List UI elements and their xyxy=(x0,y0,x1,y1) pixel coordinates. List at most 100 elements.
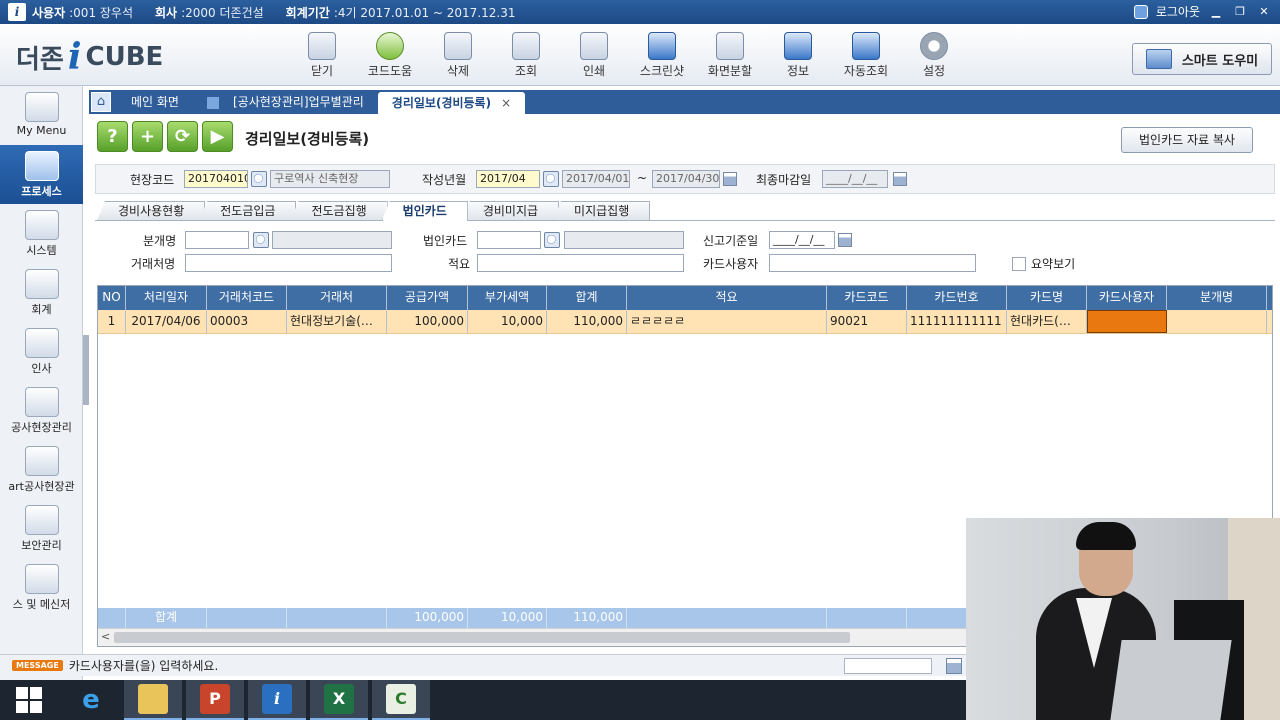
cell-total[interactable]: 110,000 xyxy=(547,310,627,333)
app-logo-icon: i xyxy=(8,3,26,21)
logout-link[interactable]: 로그아웃 xyxy=(1156,3,1200,20)
nav-site-management[interactable]: 공사현장관리 xyxy=(0,381,83,440)
refresh-button[interactable]: ⟳ xyxy=(167,121,198,152)
tab-main[interactable]: 메인 화면 xyxy=(117,90,193,114)
col-header[interactable]: 합계 xyxy=(547,286,627,310)
cell-card-number[interactable]: 111111111111 xyxy=(907,310,1007,333)
report-date-input[interactable]: ____/__/__ xyxy=(769,231,835,249)
copy-card-data-button[interactable]: 법인카드 자료 복사 xyxy=(1121,127,1253,153)
auto-search-button[interactable]: 자동조회 xyxy=(832,28,900,79)
close-button[interactable]: 닫기 xyxy=(288,28,356,79)
delete-icon xyxy=(444,32,472,60)
cell-card-user[interactable] xyxy=(1087,310,1167,333)
smart-helper-button[interactable]: 스마트 도우미 xyxy=(1132,43,1272,75)
nav-security[interactable]: 보안관리 xyxy=(0,499,83,558)
taskbar-powerpoint[interactable]: P xyxy=(186,680,244,720)
home-icon[interactable]: ⌂ xyxy=(91,92,111,112)
memo-label: 적요 xyxy=(448,257,471,271)
col-header[interactable]: 공급가액 xyxy=(387,286,468,310)
nav-process[interactable]: 프로세스 xyxy=(0,145,83,204)
cell-date[interactable]: 2017/04/06 xyxy=(126,310,207,333)
scroll-left-icon[interactable]: < xyxy=(101,630,110,643)
print-button[interactable]: 인쇄 xyxy=(560,28,628,79)
screenshot-button[interactable]: 스크린샷 xyxy=(628,28,696,79)
tab-unpaid-execution[interactable]: 미지급집행 xyxy=(553,201,651,221)
nav-smart-site[interactable]: art공사현장관 xyxy=(0,440,83,499)
calendar-icon[interactable] xyxy=(838,233,852,247)
split-screen-button[interactable]: 화면분할 xyxy=(696,28,764,79)
search-button[interactable]: 조회 xyxy=(492,28,560,79)
table-row[interactable]: 1 2017/04/06 00003 현대정보기술(… 100,000 10,0… xyxy=(98,310,1272,334)
partner-input[interactable] xyxy=(185,254,392,272)
division-input[interactable] xyxy=(185,231,249,249)
col-header[interactable]: 처리일자 xyxy=(126,286,207,310)
taskbar-explorer[interactable] xyxy=(124,680,182,720)
person-icon xyxy=(24,328,59,358)
cell-memo[interactable]: ㄹㄹㄹㄹㄹ xyxy=(627,310,827,333)
minimize-button[interactable]: ▁ xyxy=(1208,5,1224,19)
col-header[interactable]: 적요 xyxy=(627,286,827,310)
sub-tabs: 경비사용현황 전도금입금 전도금집행 법인카드 경비미지급 미지급집행 xyxy=(97,201,651,221)
card-user-input[interactable] xyxy=(769,254,976,272)
add-button[interactable]: + xyxy=(132,121,163,152)
tab-unpaid-expense[interactable]: 경비미지급 xyxy=(461,201,560,221)
close-tab-icon[interactable]: × xyxy=(501,92,511,114)
cell-supply[interactable]: 100,000 xyxy=(387,310,468,333)
cell-card-code[interactable]: 90021 xyxy=(827,310,907,333)
tab-advance-execution[interactable]: 전도금집행 xyxy=(290,201,388,221)
close-window-button[interactable]: ✕ xyxy=(1256,5,1272,19)
nav-hr[interactable]: 인사 xyxy=(0,322,83,381)
site-search-icon[interactable] xyxy=(251,171,267,187)
restore-button[interactable]: ❐ xyxy=(1232,5,1248,19)
nav-messenger[interactable]: 스 및 메신저 xyxy=(0,558,83,617)
memo-input[interactable] xyxy=(477,254,684,272)
code-help-button[interactable]: 코드도움 xyxy=(356,28,424,79)
delete-button[interactable]: 삭제 xyxy=(424,28,492,79)
calendar-icon[interactable] xyxy=(893,172,907,186)
month-search-icon[interactable] xyxy=(543,171,559,187)
month-input[interactable]: 2017/04 xyxy=(476,170,540,188)
cell-partner-code[interactable]: 00003 xyxy=(207,310,287,333)
help-button[interactable]: ? xyxy=(97,121,128,152)
calendar-icon[interactable] xyxy=(946,658,962,674)
card-input[interactable] xyxy=(477,231,541,249)
taskbar-camtasia[interactable]: C xyxy=(372,680,430,720)
card-search-icon[interactable] xyxy=(544,232,560,248)
col-header[interactable]: 분개명 xyxy=(1167,286,1267,310)
run-button[interactable]: ▶ xyxy=(202,121,233,152)
cell-no[interactable]: 1 xyxy=(98,310,126,333)
col-header[interactable]: 카드사용자 xyxy=(1087,286,1167,310)
col-header[interactable]: 부가세액 xyxy=(468,286,547,310)
col-header[interactable]: 거래처코드 xyxy=(207,286,287,310)
start-button[interactable] xyxy=(0,680,58,720)
col-header[interactable]: 카드코드 xyxy=(827,286,907,310)
division-search-icon[interactable] xyxy=(253,232,269,248)
col-header[interactable]: 카드명 xyxy=(1007,286,1087,310)
tab-expense-register[interactable]: 경리일보(경비등록) × xyxy=(377,92,526,114)
col-header[interactable]: NO xyxy=(98,286,126,310)
calendar-icon[interactable] xyxy=(723,172,737,186)
tab-expense-status[interactable]: 경비사용현황 xyxy=(97,201,206,221)
taskbar-excel[interactable]: X xyxy=(310,680,368,720)
info-button[interactable]: 정보 xyxy=(764,28,832,79)
taskbar-icube[interactable]: i xyxy=(248,680,306,720)
tab-corporate-card[interactable]: 법인카드 xyxy=(381,201,468,221)
scroll-thumb[interactable] xyxy=(114,632,850,643)
settings-button[interactable]: 설정 xyxy=(900,28,968,79)
site-code-input[interactable]: 2017040101 xyxy=(184,170,248,188)
col-header[interactable]: 카드번호 xyxy=(907,286,1007,310)
brand-logo: 더존 i CUBE xyxy=(16,36,163,78)
logout-icon[interactable] xyxy=(1133,4,1148,19)
tab-project[interactable]: [공사현장관리]업무별관리 xyxy=(193,90,378,114)
taskbar-ie[interactable]: e xyxy=(62,680,120,720)
nav-accounting[interactable]: 회계 xyxy=(0,263,83,322)
col-header[interactable]: 거래처 xyxy=(287,286,387,310)
tab-advance-deposit[interactable]: 전도금입금 xyxy=(199,201,297,221)
nav-system[interactable]: 시스템 xyxy=(0,204,83,263)
cell-partner[interactable]: 현대정보기술(… xyxy=(287,310,387,333)
nav-my-menu[interactable]: My Menu xyxy=(0,86,83,145)
cell-vat[interactable]: 10,000 xyxy=(468,310,547,333)
cell-card-name[interactable]: 현대카드(… xyxy=(1007,310,1087,333)
cell-division[interactable] xyxy=(1167,310,1267,333)
summary-checkbox[interactable] xyxy=(1012,257,1026,271)
